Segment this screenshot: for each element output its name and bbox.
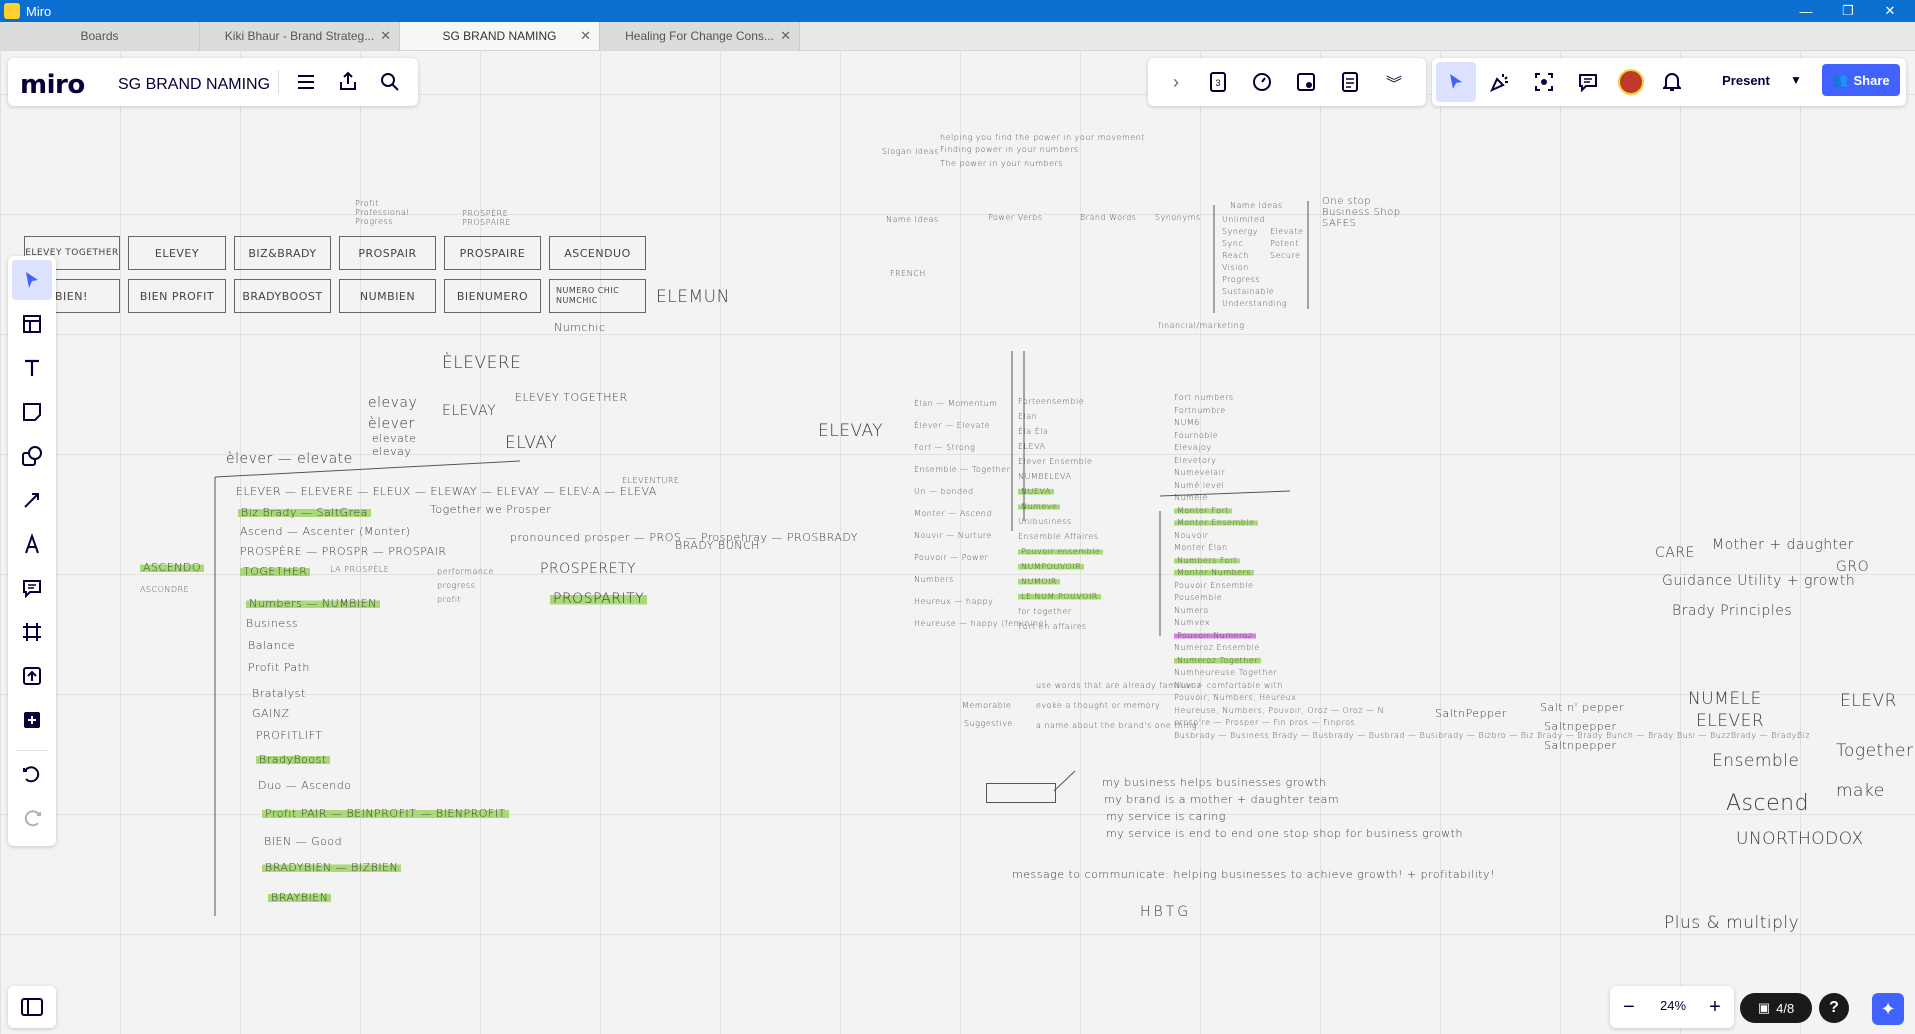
miro-app-icon (4, 3, 20, 19)
maximize-icon[interactable]: ❐ (1827, 0, 1869, 22)
close-icon[interactable]: ✕ (1869, 0, 1911, 22)
tab-kiki-bhaur[interactable]: Kiki Bhaur - Brand Strateg... ✕ (200, 22, 400, 50)
arrow-connector (1053, 770, 1076, 792)
frames-count: 4/8 (1776, 1000, 1795, 1016)
comment-icon[interactable] (1576, 70, 1600, 94)
pen-icon[interactable] (12, 524, 52, 564)
timer-count-icon[interactable]: 3 (1206, 70, 1230, 94)
export-icon[interactable] (336, 69, 360, 93)
sidebar-icon (20, 996, 44, 1018)
view-tools-panel: › 3 ︾ (1148, 58, 1426, 106)
tab-close-icon[interactable]: ✕ (780, 28, 791, 44)
tab-label: Boards (80, 29, 119, 43)
focus-icon[interactable] (1532, 70, 1556, 94)
help-button[interactable]: ? (1819, 993, 1849, 1023)
board-title[interactable]: SG BRAND NAMING (118, 76, 270, 94)
zoom-level[interactable]: 24% (1660, 998, 1686, 1013)
frames-button[interactable]: ▣ 4/8 (1740, 993, 1812, 1023)
voting-icon[interactable] (1294, 70, 1318, 94)
board-header-panel: miro SG BRAND NAMING (8, 58, 418, 106)
select-tool-icon[interactable] (12, 260, 52, 300)
tab-close-icon[interactable]: ✕ (380, 28, 391, 44)
divider (278, 70, 279, 94)
zoom-in-icon[interactable]: + (1704, 996, 1726, 1018)
tab-strip: Boards Kiki Bhaur - Brand Strateg... ✕ S… (0, 22, 1915, 51)
menu-icon[interactable] (294, 70, 318, 94)
search-icon[interactable] (378, 70, 402, 94)
redo-icon[interactable] (12, 800, 52, 840)
minimize-icon[interactable]: — (1785, 0, 1827, 22)
panel-toggle[interactable] (8, 986, 56, 1028)
user-avatar[interactable] (1618, 69, 1644, 95)
chevron-down-icon[interactable]: ▼ (1786, 70, 1806, 90)
more-apps-icon[interactable] (12, 700, 52, 740)
cursor-tracking-icon[interactable] (1436, 62, 1476, 102)
svg-text:3: 3 (1215, 78, 1220, 88)
templates-icon[interactable] (12, 304, 52, 344)
tab-close-icon[interactable]: ✕ (580, 28, 591, 44)
connector-line-icon[interactable] (12, 480, 52, 520)
upload-icon[interactable] (12, 656, 52, 696)
tab-label: Healing For Change Cons... (625, 29, 774, 43)
board-canvas[interactable]: ELEVEY TOGETHER ELEVEY BIZ&BRADY PROSPAI… (0, 51, 1915, 1034)
creation-toolbar (8, 256, 56, 846)
zoom-out-icon[interactable]: − (1618, 996, 1640, 1018)
tab-label: SG BRAND NAMING (442, 29, 557, 43)
toolbar-divider (16, 750, 48, 751)
tab-sg-brand-naming[interactable]: SG BRAND NAMING ✕ (400, 22, 600, 50)
double-chevron-down-icon[interactable]: ︾ (1382, 70, 1406, 94)
share-button[interactable]: 👥 Share (1822, 64, 1900, 96)
frames-icon: ▣ (1757, 1000, 1771, 1015)
tab-healing-for-change[interactable]: Healing For Change Cons... ✕ (600, 22, 800, 50)
present-button[interactable]: Present (1708, 64, 1784, 96)
connector-lines (214, 201, 1309, 916)
sticky-note-icon[interactable] (12, 392, 52, 432)
miro-logo[interactable]: miro (20, 70, 85, 100)
timer-icon[interactable] (1250, 70, 1274, 94)
chevron-right-icon[interactable]: › (1164, 70, 1188, 94)
reactions-icon[interactable] (1488, 70, 1512, 94)
share-label: Share (1853, 72, 1890, 88)
tree-connector (214, 460, 521, 478)
tab-label: Kiki Bhaur - Brand Strateg... (224, 29, 375, 43)
text-tool-icon[interactable] (12, 348, 52, 388)
bell-icon[interactable] (1660, 70, 1684, 94)
comment-tool-icon[interactable] (12, 568, 52, 608)
window-titlebar: Miro — ❐ ✕ (0, 0, 1915, 22)
ai-sparkle-icon[interactable]: ✦ (1872, 993, 1904, 1025)
share-users-icon: 👥 (1832, 72, 1849, 87)
notes-icon[interactable] (1338, 70, 1362, 94)
mid-connector (1159, 490, 1291, 497)
undo-icon[interactable] (12, 756, 52, 796)
shapes-icon[interactable] (12, 436, 52, 476)
window-title: Miro (26, 4, 52, 19)
frame-icon[interactable] (12, 612, 52, 652)
tab-boards[interactable]: Boards (0, 22, 200, 50)
